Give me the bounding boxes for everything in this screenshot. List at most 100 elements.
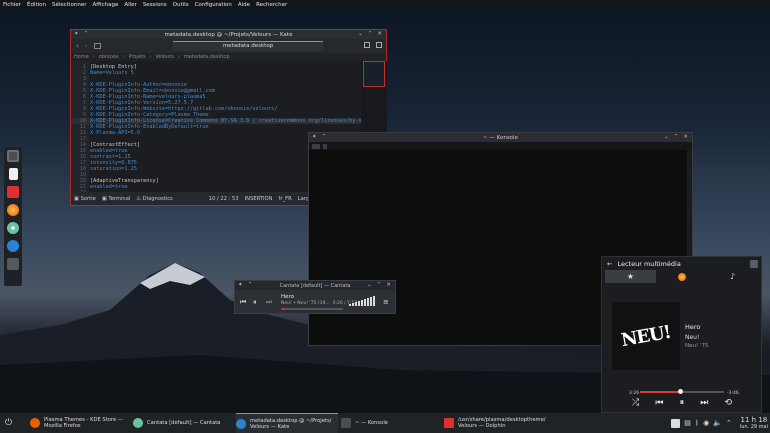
split-icon[interactable] bbox=[364, 42, 370, 48]
previous-track-icon[interactable]: ⏮ bbox=[240, 298, 246, 307]
breadcrumb-item[interactable]: Velours bbox=[155, 54, 173, 60]
maximize-icon[interactable]: ⌃ bbox=[674, 134, 679, 140]
close-icon[interactable]: ✕ bbox=[377, 31, 382, 37]
tab-favorite[interactable]: ★ bbox=[605, 270, 656, 283]
terminal-toggle[interactable]: ▣ Terminal bbox=[102, 196, 130, 202]
new-tab-icon[interactable] bbox=[312, 143, 320, 149]
dock-cantata-icon[interactable] bbox=[7, 222, 19, 234]
dock-konsole-icon[interactable] bbox=[7, 258, 19, 270]
repeat-icon[interactable]: ⟲ bbox=[724, 398, 732, 408]
cantata-window: ✦ ⌃ Cantata [default] — Cantata ⌄ ⌃ ✕ ⏮ ⏸ ⏭… bbox=[234, 280, 396, 314]
task-firefox[interactable]: Plasma Themes - KDE Store — Mozilla Firef… bbox=[30, 413, 130, 433]
next-track-icon[interactable]: ⏭ bbox=[700, 398, 708, 408]
dock-kate-icon[interactable] bbox=[7, 240, 19, 252]
media-header-title: Lecteur multimédia bbox=[617, 259, 681, 268]
menu-edition[interactable]: Édition bbox=[27, 2, 46, 8]
task-kate[interactable]: metadata.desktop @ ~/Projets/Velours — K… bbox=[236, 413, 338, 433]
back-icon[interactable]: ‹ bbox=[76, 42, 79, 50]
task-dolphin[interactable]: /usr/share/plasma/desktoptheme/Velours —… bbox=[444, 413, 554, 433]
tab-metadata-desktop[interactable]: metadata.desktop bbox=[173, 41, 323, 51]
breadcrumb: Home › obnoxie › Projets › Velours › metadat… bbox=[71, 53, 386, 60]
media-track-title: Hero bbox=[685, 323, 701, 331]
pause-icon[interactable]: ⏸ bbox=[253, 298, 257, 307]
maximize-icon[interactable]: ⌃ bbox=[377, 282, 382, 288]
pin-widget-icon[interactable] bbox=[750, 260, 758, 268]
media-artist: Neu! bbox=[685, 334, 700, 341]
system-tray: ▤ ᛒ ◉ 🔈 ⌃ 11 h 18 lun. 29 mai bbox=[671, 413, 768, 433]
konsole-icon bbox=[341, 418, 351, 428]
tab-music[interactable]: ♪ bbox=[707, 270, 758, 283]
pin-icon[interactable]: ✦ bbox=[238, 282, 243, 288]
clipboard-icon[interactable]: ▤ bbox=[684, 419, 691, 427]
previous-track-icon[interactable]: ⏮ bbox=[655, 398, 663, 408]
pin-icon[interactable]: ✦ bbox=[74, 31, 79, 37]
breadcrumb-item[interactable]: Projets bbox=[129, 54, 146, 60]
keep-above-icon[interactable]: ⌃ bbox=[84, 31, 89, 37]
media-source-tabs: ★ ♪ bbox=[605, 270, 758, 283]
dock-document-icon[interactable] bbox=[8, 168, 18, 180]
breadcrumb-item[interactable]: metadata.desktop bbox=[184, 54, 230, 60]
dock-desktop-icon[interactable] bbox=[7, 150, 19, 162]
minimize-icon[interactable]: ⌄ bbox=[367, 282, 372, 288]
media-seek-bar[interactable] bbox=[640, 389, 724, 394]
menu-selectionner[interactable]: Sélectionner bbox=[52, 2, 86, 8]
volume-control[interactable] bbox=[349, 296, 375, 306]
sidebar-toggle-icon[interactable] bbox=[93, 43, 101, 49]
menu-sessions[interactable]: Sessions bbox=[143, 2, 167, 8]
star-icon: ★ bbox=[626, 272, 635, 281]
menu-configuration[interactable]: Configuration bbox=[195, 2, 232, 8]
split-view-icon[interactable] bbox=[323, 143, 327, 149]
task-konsole[interactable]: ~ — Konsole bbox=[341, 413, 441, 433]
media-controls: ⤮ ⏮ ⏸ ⏭ ⟲ bbox=[632, 398, 732, 408]
menu-fichier[interactable]: Fichier bbox=[3, 2, 21, 8]
menu-aller[interactable]: Aller bbox=[124, 2, 136, 8]
menu-grid-icon[interactable] bbox=[376, 42, 382, 48]
input-mode[interactable]: INSERTION bbox=[245, 196, 273, 202]
keep-above-icon[interactable]: ⌃ bbox=[248, 282, 253, 288]
menu-outils[interactable]: Outils bbox=[173, 2, 189, 8]
power-icon[interactable]: ⏻ bbox=[5, 418, 12, 428]
media-tray-icon[interactable] bbox=[671, 418, 681, 428]
tray-expand-icon[interactable]: ⌃ bbox=[726, 419, 732, 427]
media-seek-handle[interactable] bbox=[678, 389, 684, 394]
dock-firefox-icon[interactable] bbox=[7, 204, 19, 216]
menu-affichage[interactable]: Affichage bbox=[93, 2, 119, 8]
cursor-position[interactable]: 10 / 22 : 53 bbox=[209, 196, 239, 202]
volume-icon[interactable]: 🔈 bbox=[713, 419, 722, 427]
close-icon[interactable]: ✕ bbox=[683, 134, 688, 140]
minimap-viewport[interactable] bbox=[363, 61, 385, 87]
back-arrow-icon[interactable]: ← bbox=[607, 260, 612, 268]
output-toggle[interactable]: ▣ Sortie bbox=[74, 196, 96, 202]
tab-firefox[interactable] bbox=[656, 270, 707, 283]
left-dock bbox=[4, 147, 22, 286]
close-icon[interactable]: ✕ bbox=[386, 282, 391, 288]
bluetooth-icon[interactable]: ᛒ bbox=[695, 419, 699, 427]
pause-icon[interactable]: ⏸ bbox=[680, 398, 685, 408]
media-player-widget: ← Lecteur multimédia ★ ♪ NEU! Hero Neu! … bbox=[601, 256, 762, 413]
firefox-icon bbox=[30, 418, 40, 428]
minimize-icon[interactable]: ⌄ bbox=[664, 134, 669, 140]
next-track-icon[interactable]: ⏭ bbox=[266, 298, 272, 307]
dock-store-icon[interactable] bbox=[7, 186, 19, 198]
maximize-icon[interactable]: ⌃ bbox=[368, 31, 373, 37]
minimize-icon[interactable]: ⌄ bbox=[358, 31, 363, 37]
breadcrumb-item[interactable]: Home bbox=[74, 54, 89, 60]
breadcrumb-item[interactable]: obnoxie bbox=[99, 54, 119, 60]
kate-titlebar[interactable]: ✦ ⌃ metadata.desktop @ ~/Projets/Velours … bbox=[71, 30, 386, 39]
pin-icon[interactable]: ✦ bbox=[312, 134, 317, 140]
keep-above-icon[interactable]: ⌃ bbox=[322, 134, 327, 140]
konsole-titlebar[interactable]: ✦ ⌃ ~ — Konsole ⌄ ⌃ ✕ bbox=[309, 133, 692, 142]
menu-aide[interactable]: Aide bbox=[238, 2, 250, 8]
digital-clock[interactable]: 11 h 18 lun. 29 mai bbox=[740, 416, 768, 430]
task-cantata[interactable]: Cantata [default] — Cantata bbox=[133, 413, 233, 433]
diagnostics-toggle[interactable]: ⚠ Diagnostics bbox=[136, 196, 172, 202]
spellcheck-language[interactable]: fr_FR bbox=[279, 196, 292, 202]
menu-rechercher[interactable]: Rechercher bbox=[256, 2, 287, 8]
media-remaining: -3:46 bbox=[727, 391, 739, 396]
cantata-titlebar[interactable]: ✦ ⌃ Cantata [default] — Cantata ⌄ ⌃ ✕ bbox=[235, 281, 395, 290]
forward-icon[interactable]: › bbox=[85, 42, 88, 50]
hamburger-menu-icon[interactable]: ≡ bbox=[383, 298, 389, 306]
network-icon[interactable]: ◉ bbox=[703, 419, 709, 427]
shuffle-icon[interactable]: ⤮ bbox=[632, 398, 639, 408]
cantata-progress-bar[interactable] bbox=[281, 308, 343, 310]
